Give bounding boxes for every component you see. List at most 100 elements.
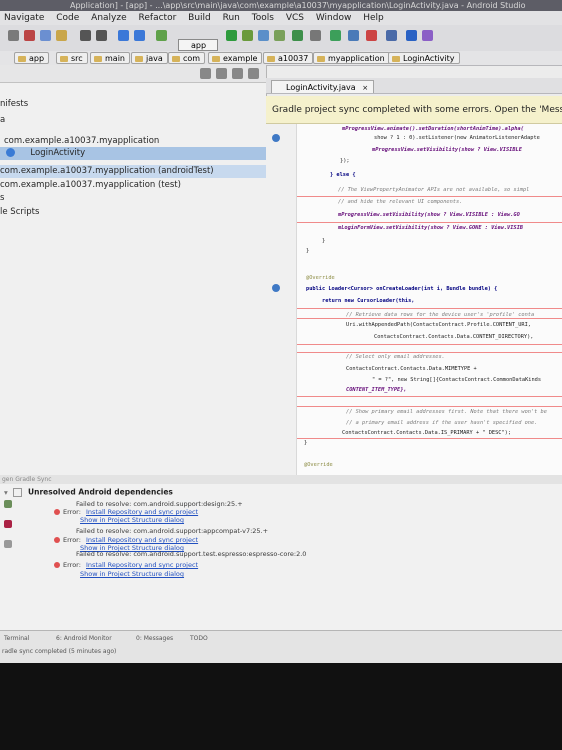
tool-tab-messages[interactable]: 0: Messages: [136, 635, 173, 642]
tree-item-res[interactable]: s: [0, 192, 266, 205]
code-line: }: [304, 440, 308, 446]
crumb-java[interactable]: java: [131, 52, 168, 64]
tool-tab-android-monitor[interactable]: 6: Android Monitor: [56, 635, 112, 642]
tree-item-label: nifests: [0, 99, 29, 109]
code-line: return new CursorLoader(this,: [322, 298, 415, 304]
error-underline: [280, 406, 562, 407]
sync-scroll-icon[interactable]: [200, 68, 211, 79]
crumb-loginactivity[interactable]: LoginActivity: [388, 52, 460, 64]
paste-icon[interactable]: [56, 30, 67, 41]
messages-panel-header: gen Gradle Sync: [0, 475, 562, 484]
download-icon[interactable]: [386, 30, 397, 41]
avd-manager-icon[interactable]: [310, 30, 321, 41]
back-icon[interactable]: [118, 30, 129, 41]
run-icon[interactable]: [226, 30, 237, 41]
error-underline: [280, 308, 562, 309]
editor-tab-bar: LoginActivity.java ×: [266, 78, 562, 94]
install-repository-link[interactable]: Install Repository and sync project: [86, 508, 198, 516]
sdk-manager-icon[interactable]: [330, 30, 341, 41]
menu-window[interactable]: Window: [316, 13, 352, 23]
override-marker-icon[interactable]: [272, 284, 280, 292]
menu-refactor[interactable]: Refactor: [139, 13, 177, 23]
code-line: ContactsContract.Contacts.Data.MIMETYPE …: [346, 366, 477, 372]
crumb-app[interactable]: app: [14, 52, 50, 64]
show-structure-link[interactable]: Show in Project Structure dialog: [80, 570, 184, 578]
menu-vcs[interactable]: VCS: [286, 13, 304, 23]
install-repository-link[interactable]: Install Repository and sync project: [86, 561, 198, 569]
override-marker-icon[interactable]: [272, 134, 280, 142]
tree-item-package-test[interactable]: com.example.a10037.myapplication (test): [0, 179, 266, 192]
help-icon[interactable]: [406, 30, 417, 41]
collapse-all-icon[interactable]: [216, 68, 227, 79]
failure-message: Failed to resolve: com.android.support.t…: [76, 550, 307, 558]
tree-item-label: s: [0, 193, 5, 203]
tool-tab-todo[interactable]: TODO: [190, 635, 208, 642]
menu-analyze[interactable]: Analyze: [91, 13, 126, 23]
close-icon[interactable]: ×: [362, 84, 368, 92]
instant-run-icon[interactable]: [274, 30, 285, 41]
tree-item-java[interactable]: a: [0, 114, 266, 127]
tree-item-package-androidtest[interactable]: com.example.a10037.myapplication (androi…: [0, 165, 266, 178]
code-line: ContactsContract.Contacts.Data.IS_PRIMAR…: [342, 430, 512, 436]
banner-text: Gradle project sync completed with some …: [272, 105, 562, 115]
menu-run[interactable]: Run: [223, 13, 240, 23]
cut-icon[interactable]: [24, 30, 35, 41]
tab-loginactivity[interactable]: LoginActivity.java ×: [271, 80, 375, 93]
group-label: Unresolved Android dependencies: [28, 487, 173, 497]
navigation-breadcrumb: app src main java com example a10037 mya…: [0, 51, 562, 66]
stop-icon[interactable]: [366, 30, 377, 41]
dependency-group-header[interactable]: ▾ Unresolved Android dependencies: [4, 488, 173, 497]
menu-help[interactable]: Help: [363, 13, 384, 23]
chevron-down-icon[interactable]: ▾: [4, 488, 8, 497]
code-editor[interactable]: mProgressView.animate().setDuration(shor…: [266, 124, 562, 475]
crumb-src[interactable]: src: [56, 52, 88, 64]
code-line: });: [340, 158, 350, 164]
rerun-icon[interactable]: [4, 500, 12, 508]
plugin-icon[interactable]: [422, 30, 433, 41]
forward-icon[interactable]: [134, 30, 145, 41]
debug-icon[interactable]: [242, 30, 253, 41]
show-structure-link[interactable]: Show in Project Structure dialog: [80, 516, 184, 524]
tool-tab-terminal[interactable]: Terminal: [4, 635, 29, 642]
crumb-example[interactable]: example: [208, 52, 263, 64]
window-title: Application] - [app] - ...\app\src\main\…: [70, 1, 526, 10]
gear-icon[interactable]: [232, 68, 243, 79]
hide-panel-icon[interactable]: [248, 68, 259, 79]
class-icon: [6, 148, 15, 157]
code-line: @Override: [306, 275, 335, 281]
install-repository-link[interactable]: Install Repository and sync project: [86, 536, 198, 544]
error-label: Error:: [63, 508, 81, 516]
crumb-myapplication[interactable]: myapplication: [313, 52, 390, 64]
find-icon[interactable]: [80, 30, 91, 41]
failure-row: Error: Install Repository and sync proje…: [54, 536, 198, 544]
failure-message: Failed to resolve: com.android.support:a…: [76, 527, 269, 535]
make-project-icon[interactable]: [156, 30, 167, 41]
code-line: }: [306, 248, 310, 254]
run-config-select[interactable]: app: [178, 39, 218, 51]
crumb-main[interactable]: main: [90, 52, 130, 64]
window-title-bar: Application] - [app] - ...\app\src\main\…: [0, 0, 562, 11]
error-icon: [54, 562, 60, 568]
attach-debugger-icon[interactable]: [258, 30, 269, 41]
copy-icon[interactable]: [40, 30, 51, 41]
undo-icon[interactable]: [8, 30, 19, 41]
tree-item-label: com.example.a10037.myapplication: [4, 136, 160, 146]
expand-all-icon[interactable]: [4, 540, 12, 548]
crumb-com[interactable]: com: [168, 52, 206, 64]
failure-message: Failed to resolve: com.android.support:d…: [76, 500, 243, 508]
replace-icon[interactable]: [96, 30, 107, 41]
menu-build[interactable]: Build: [188, 13, 211, 23]
code-line: // a primary email address if the user h…: [346, 420, 538, 426]
menu-tools[interactable]: Tools: [252, 13, 274, 23]
tree-item-manifests[interactable]: nifests: [0, 98, 266, 111]
tree-item-label: LoginActivity: [30, 148, 86, 158]
stop-icon[interactable]: [4, 520, 12, 528]
run-config-label: app: [191, 41, 207, 50]
crumb-a10037[interactable]: a10037: [263, 52, 314, 64]
menu-code[interactable]: Code: [56, 13, 79, 23]
device-monitor-icon[interactable]: [348, 30, 359, 41]
tree-item-gradle-scripts[interactable]: le Scripts: [0, 206, 266, 219]
gradle-sync-icon[interactable]: [292, 30, 303, 41]
menu-navigate[interactable]: Navigate: [4, 13, 44, 23]
tree-item-loginactivity[interactable]: LoginActivity: [0, 147, 266, 160]
